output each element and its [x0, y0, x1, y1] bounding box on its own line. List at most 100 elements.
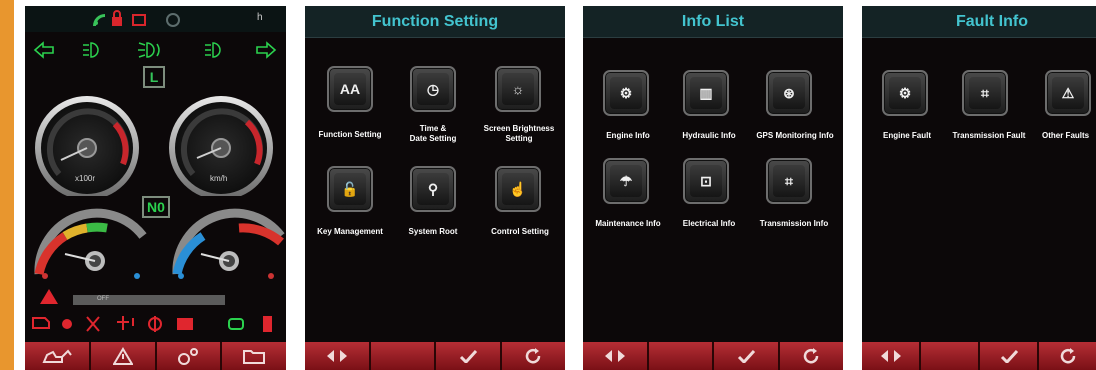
menu-bottom-bar [862, 342, 1096, 370]
status-letter: h [257, 12, 263, 23]
wrench-icon [86, 316, 100, 332]
function-setting-tile[interactable]: AA [327, 66, 373, 112]
odometer-bar [73, 295, 225, 305]
refresh-icon [1060, 348, 1075, 364]
gearbox-icon: ⌗ [773, 165, 805, 197]
fuel-level-gauge [172, 208, 285, 279]
engine-fault-label: Engine Fault [883, 131, 931, 140]
right-turn-icon [256, 41, 277, 59]
unlock-icon: 🔓 [334, 173, 366, 205]
gps-monitoring-info-tile[interactable]: ⊛ [766, 70, 812, 116]
tachometer-unit: x100r [75, 174, 96, 183]
menu-bottom-bar [583, 342, 843, 370]
navigate-button[interactable] [305, 342, 369, 370]
time-date-setting-tile[interactable]: ◷ [410, 66, 456, 112]
check-icon [737, 349, 755, 363]
settings-gears-icon [178, 348, 199, 365]
transmission-info-tile[interactable]: ⌗ [766, 158, 812, 204]
key-icon: ⚲ [417, 173, 449, 205]
umbrella-icon: ☂ [610, 165, 642, 197]
menu-bottom-bar [305, 342, 565, 370]
engine-icon: ⚙ [889, 77, 921, 109]
oil-pressure-icon [62, 319, 72, 329]
accent-strip [0, 0, 14, 370]
refresh-icon [804, 348, 819, 364]
dashboard-bottom-bar [25, 342, 286, 370]
battery-icon [177, 318, 193, 330]
info-list-screen: Info List ⚙ ▥ ⊛ Engine Info Hydraulic In… [583, 6, 843, 370]
fault-info-screen: Fault Info ⚙ ⌗ ⚠ Engine Fault Transmissi… [862, 6, 1096, 370]
warning-lights-row [32, 316, 272, 332]
rss-icon [93, 14, 105, 26]
function-setting-screen: Function Setting AA ◷ ☼ Function Setting… [305, 6, 565, 370]
transmission-fault-tile[interactable]: ⌗ [962, 70, 1008, 116]
maintenance-info-label: Maintenance Info [595, 219, 661, 228]
gearbox-icon: ⌗ [969, 77, 1001, 109]
confirm-button[interactable] [436, 342, 500, 370]
hydraulic-icon: ▥ [690, 77, 722, 109]
confirm-button[interactable] [714, 342, 778, 370]
hydraulic-info-tile[interactable]: ▥ [683, 70, 729, 116]
engine-icon: ⚙ [610, 77, 642, 109]
fuel-icon [263, 316, 272, 332]
left-right-arrows-icon [604, 350, 625, 362]
folder-button[interactable] [222, 342, 286, 370]
touch-hand-icon: ☝ [502, 173, 534, 205]
screen-title: Fault Info [862, 6, 1096, 38]
refresh-button[interactable] [1039, 342, 1096, 370]
transmission-fault-label: Transmission Fault [952, 131, 1026, 140]
check-icon [459, 349, 477, 363]
dashboard-screen: h L x100r km/h N0 OFF [25, 6, 286, 370]
system-root-tile[interactable]: ⚲ [410, 166, 456, 212]
control-setting-label: Control Setting [491, 227, 549, 236]
engine-info-label: Engine Info [606, 131, 650, 140]
high-beam-icon [205, 42, 221, 58]
function-setting-label: Function Setting [318, 130, 382, 139]
electrical-info-label: Electrical Info [682, 219, 736, 228]
engine-fault-tile[interactable]: ⚙ [882, 70, 928, 116]
blank-button[interactable] [921, 342, 978, 370]
navigate-button[interactable] [583, 342, 647, 370]
fog-light-icon [138, 42, 160, 58]
confirm-button[interactable] [980, 342, 1037, 370]
lock-icon [112, 10, 122, 26]
excavator-icon [42, 349, 72, 363]
system-root-label: System Root [408, 227, 458, 236]
settings-button[interactable] [156, 342, 221, 370]
clock-icon: ◷ [417, 73, 449, 105]
blank-button[interactable] [370, 342, 434, 370]
screen-brightness-label: Screen Brightness Setting [483, 124, 555, 143]
dashboard-status-bar: h [25, 6, 286, 32]
odometer-label: OFF [97, 296, 109, 302]
axle-icon [117, 316, 134, 330]
speedometer-unit: km/h [210, 174, 228, 183]
key-management-label: Key Management [317, 227, 383, 236]
transmission-icon [148, 316, 162, 332]
excavator-button[interactable] [25, 342, 89, 370]
key-management-tile[interactable]: 🔓 [327, 166, 373, 212]
folder-icon [243, 350, 266, 364]
other-faults-tile[interactable]: ⚠ [1045, 70, 1091, 116]
left-right-arrows-icon [326, 350, 347, 362]
hydraulic-info-label: Hydraulic Info [682, 131, 736, 140]
warning-button[interactable] [90, 342, 155, 370]
refresh-button[interactable] [779, 342, 843, 370]
time-date-setting-label: Time & Date Setting [409, 124, 457, 143]
other-faults-label: Other Faults [1042, 131, 1090, 140]
headlight-icon [83, 42, 99, 58]
engine-info-tile[interactable]: ⚙ [603, 70, 649, 116]
check-icon [1000, 349, 1018, 363]
maintenance-info-tile[interactable]: ☂ [603, 158, 649, 204]
clock-icon [166, 13, 180, 27]
blank-button[interactable] [648, 342, 712, 370]
warning-triangle-icon: ⚠ [1052, 77, 1084, 109]
control-setting-tile[interactable]: ☝ [495, 166, 541, 212]
coolant-temp-gauge [34, 208, 147, 279]
brightness-icon: ☼ [502, 73, 534, 105]
navigate-button[interactable] [862, 342, 919, 370]
screen-brightness-tile[interactable]: ☼ [495, 66, 541, 112]
refresh-button[interactable] [501, 342, 565, 370]
screen-title: Function Setting [305, 6, 565, 38]
left-turn-icon [33, 41, 54, 59]
electrical-info-tile[interactable]: ⊡ [683, 158, 729, 204]
